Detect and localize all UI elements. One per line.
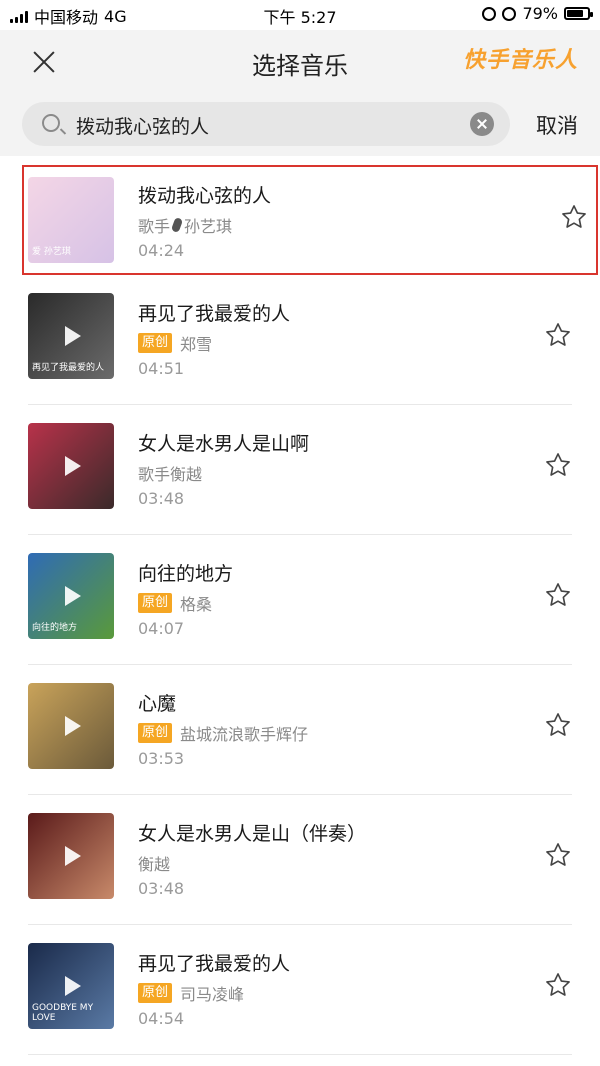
battery-icon: [564, 7, 593, 20]
album-cover: [28, 423, 114, 509]
song-duration: 04:51: [138, 359, 185, 378]
song-meta: 原创 格桑: [138, 591, 212, 615]
song-meta: 原创 郑雪: [138, 331, 212, 355]
favorite-star-icon[interactable]: [544, 321, 572, 349]
artist-name: 郑雪: [180, 335, 213, 354]
alarm-icon: [482, 6, 497, 21]
play-icon[interactable]: [65, 976, 81, 996]
artist-name: 盐城流浪歌手辉仔: [180, 725, 309, 744]
play-icon[interactable]: [65, 846, 81, 866]
album-cover: 向往的地方: [28, 553, 114, 639]
song-duration: 04:07: [138, 619, 185, 638]
song-duration: 03:53: [138, 749, 185, 768]
album-cover: [28, 813, 114, 899]
song-meta: 衡越: [138, 851, 170, 875]
song-meta: 歌手衡越: [138, 461, 202, 485]
search-query: 拨动我心弦的人: [76, 116, 210, 138]
favorite-star-icon[interactable]: [544, 841, 572, 869]
artist-name: 格桑: [180, 595, 213, 614]
status-right: 79%: [482, 4, 593, 23]
rotation-lock-icon: [502, 6, 517, 21]
album-cover: 再见了我最爱的人: [28, 293, 114, 379]
song-title: 再见了我最爱的人: [138, 953, 291, 975]
original-badge: 原创: [138, 723, 173, 743]
song-row[interactable]: 爱 孙艺琪 拨动我心弦的人 歌手 孙艺琪 04:24: [22, 165, 598, 275]
artist-name: 衡越: [138, 855, 171, 874]
song-duration: 04:54: [138, 1009, 185, 1028]
song-duration: 04:24: [138, 241, 185, 260]
artist-name: 孙艺琪: [184, 217, 233, 236]
song-title: 心魔: [138, 693, 177, 715]
favorite-star-icon[interactable]: [544, 451, 572, 479]
song-row[interactable]: 女人是水男人是山啊 歌手衡越 03:48: [0, 405, 600, 535]
search-input[interactable]: 拨动我心弦的人: [22, 102, 510, 146]
header: 选择音乐 快手音乐人: [0, 30, 600, 92]
status-bar: 中国移动 4G 下午 5:27 79%: [0, 0, 600, 30]
clear-icon[interactable]: [470, 112, 494, 136]
original-badge: 原创: [138, 333, 173, 353]
play-icon[interactable]: [65, 326, 81, 346]
cancel-button[interactable]: 取消: [536, 110, 578, 140]
play-icon[interactable]: [65, 716, 81, 736]
song-title: 再见了我最爱的人: [138, 303, 291, 325]
album-cover: GOODBYE MY LOVE: [28, 943, 114, 1029]
brand-logo: 快手音乐人: [462, 48, 578, 73]
play-icon[interactable]: [65, 586, 81, 606]
favorite-star-icon[interactable]: [544, 971, 572, 999]
cover-text: 再见了我最爱的人: [32, 363, 105, 373]
favorite-star-icon[interactable]: [544, 581, 572, 609]
cover-text: GOODBYE MY LOVE: [32, 1003, 94, 1023]
song-meta: 歌手 孙艺琪: [138, 213, 232, 237]
battery-percent: 79%: [522, 4, 558, 23]
song-title: 女人是水男人是山（伴奏）: [138, 823, 367, 845]
album-cover: [28, 683, 114, 769]
song-meta: 原创 盐城流浪歌手辉仔: [138, 721, 308, 745]
song-row[interactable]: GOODBYE MY LOVE 再见了我最爱的人 原创 司马凌峰 04:54: [0, 925, 600, 1055]
artist-prefix: 歌手: [138, 217, 171, 236]
song-title: 女人是水男人是山啊: [138, 433, 310, 455]
song-meta: 原创 司马凌峰: [138, 981, 244, 1005]
song-row[interactable]: 心魔原创 盐城流浪歌手辉仔 03:53: [0, 665, 600, 795]
row-divider: [28, 1054, 572, 1055]
song-row[interactable]: 向往的地方 向往的地方 原创 格桑 04:07: [0, 535, 600, 665]
original-badge: 原创: [138, 983, 173, 1003]
search-bar: 拨动我心弦的人 取消: [0, 92, 600, 156]
play-icon[interactable]: [65, 456, 81, 476]
favorite-star-icon[interactable]: [560, 203, 588, 231]
artist-name: 歌手衡越: [138, 465, 203, 484]
album-cover: 爱 孙艺琪: [28, 177, 114, 263]
song-row[interactable]: 再见了我最爱的人 再见了我最爱的人 原创 郑雪 04:51: [0, 275, 600, 405]
cover-text: 爱 孙艺琪: [32, 247, 71, 257]
favorite-star-icon[interactable]: [544, 711, 572, 739]
original-badge: 原创: [138, 593, 173, 613]
song-duration: 03:48: [138, 879, 185, 898]
song-row[interactable]: 女人是水男人是山（伴奏） 衡越 03:48: [0, 795, 600, 925]
search-icon: [42, 114, 60, 132]
microphone-icon: [170, 217, 184, 233]
song-list: 爱 孙艺琪 拨动我心弦的人 歌手 孙艺琪 04:24 再见了我最爱的人 再见了我最爱的人 原创…: [0, 160, 600, 1055]
song-title: 向往的地方: [138, 563, 234, 585]
song-title: 拨动我心弦的人: [138, 185, 272, 207]
cover-text: 向往的地方: [32, 623, 78, 633]
artist-name: 司马凌峰: [180, 985, 245, 1004]
song-duration: 03:48: [138, 489, 185, 508]
